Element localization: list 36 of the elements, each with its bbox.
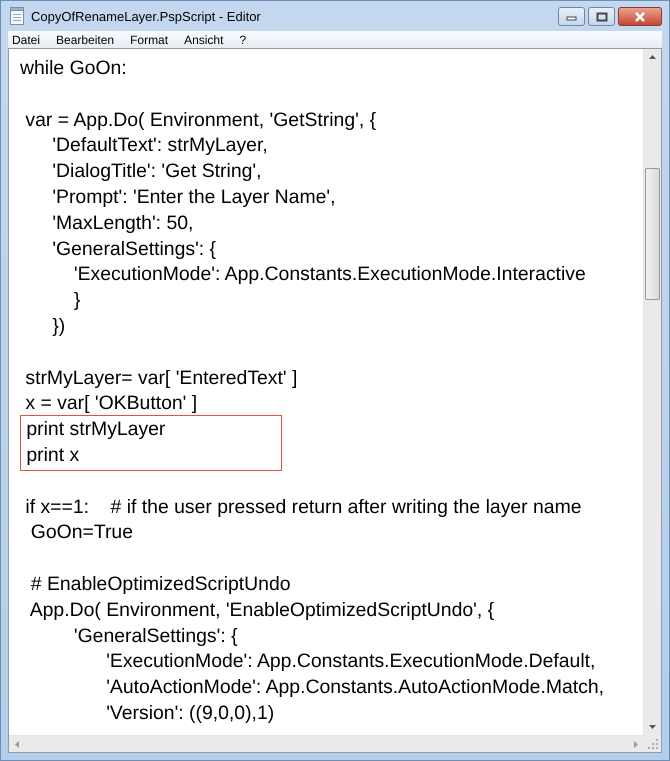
code-line: while GoOn: <box>20 56 128 81</box>
code-line: 'MaxLength': 50, <box>51 210 194 236</box>
code-line: }) <box>51 314 66 339</box>
code-line: 'ExecutionMode': App.Constants.ExecutionMode.Default, <box>105 649 596 674</box>
code-line: 'GeneralSettings': { <box>51 236 218 262</box>
code-line: var = App.Do( Environment, 'GetString', { <box>24 108 378 133</box>
menu-item[interactable]: Ansicht <box>175 32 230 46</box>
code-line: 'DefaultText': strMyLayer, <box>51 133 269 158</box>
menu-item[interactable]: Format <box>121 32 176 46</box>
code-line: 'Version': ((9,0,0),1) <box>105 700 276 726</box>
menu-item[interactable]: Datei <box>8 32 48 46</box>
close-icon <box>633 12 647 22</box>
window-title: CopyOfRenameLayer.PspScript - Editor <box>31 8 261 24</box>
code-line: strMyLayer= var[ 'EnteredText' ] <box>24 366 298 391</box>
code-line: # EnableOptimizedScriptUndo <box>30 572 292 597</box>
menu-item[interactable]: ? <box>230 32 254 46</box>
code-line: 'Prompt': 'Enter the Layer Name', <box>51 184 336 210</box>
close-button[interactable] <box>618 7 662 26</box>
code-line: 'ExecutionMode': App.Constants.ExecutionMode.Interactive <box>72 262 586 288</box>
code-line: x = var[ 'OKButton' ] <box>24 391 198 416</box>
minimize-button[interactable] <box>558 7 585 26</box>
code-line: if x==1: # if the user pressed return after writing the layer name <box>24 494 583 520</box>
code-line: print x <box>25 442 80 468</box>
code-line: 'DialogTitle': 'Get String', <box>51 159 262 184</box>
code-line: 'AutoActionMode': App.Constants.AutoActionMode.Match, <box>105 675 604 700</box>
notepad-icon <box>9 7 25 25</box>
code-line: GoOn=True <box>30 520 134 546</box>
scroll-thumb[interactable] <box>645 168 660 300</box>
vertical-scrollbar[interactable] <box>643 49 661 735</box>
code-line: App.Do( Environment, 'EnableOptimizedScriptUndo', { <box>28 598 496 623</box>
menu-item[interactable]: Bearbeiten <box>47 32 122 46</box>
code-line: } <box>72 288 82 314</box>
maximize-icon <box>596 12 608 22</box>
code-line: 'GeneralSettings': { <box>72 624 239 649</box>
maximize-button[interactable] <box>588 7 615 26</box>
code-line: print strMyLayer <box>25 417 166 442</box>
